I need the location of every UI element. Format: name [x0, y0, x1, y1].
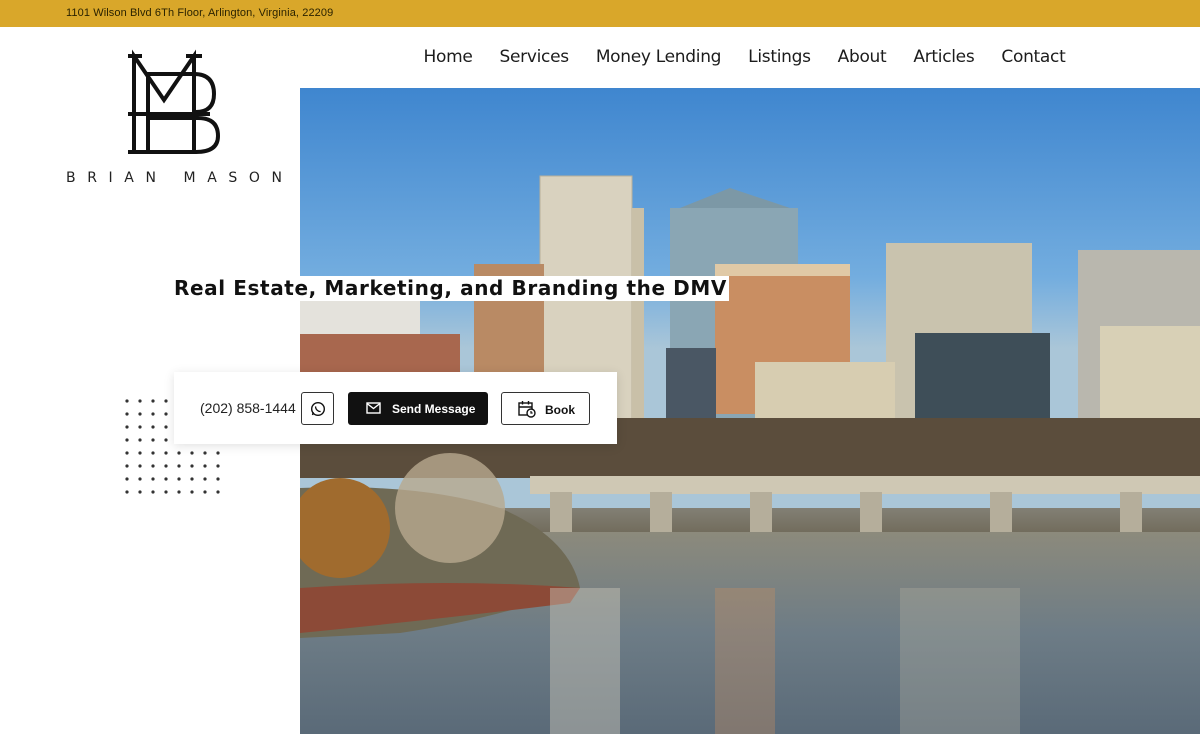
whatsapp-icon — [310, 401, 326, 417]
send-message-label: Send Message — [392, 402, 476, 416]
address-text: 1101 Wilson Blvd 6Th Floor, Arlington, V… — [66, 7, 334, 19]
calendar-clock-icon — [518, 401, 536, 418]
whatsapp-button[interactable] — [301, 392, 334, 425]
contact-card: (202) 858-1444 Send Message Book — [174, 372, 617, 444]
main-nav: Home Services Money Lending Listings Abo… — [410, 46, 1079, 70]
nav-services[interactable]: Services — [500, 46, 570, 70]
decorative-dot-grid — [125, 399, 220, 494]
nav-home[interactable]: Home — [424, 46, 473, 70]
envelope-icon — [366, 402, 381, 414]
nav-money-lending[interactable]: Money Lending — [596, 46, 722, 70]
hero-headline: Real Estate, Marketing, and Branding the… — [174, 276, 729, 301]
send-message-button[interactable]: Send Message — [348, 392, 488, 425]
nav-contact[interactable]: Contact — [1001, 46, 1065, 70]
book-button[interactable]: Book — [501, 392, 590, 425]
site-logo[interactable]: BRIAN MASON — [66, 44, 286, 194]
nav-about[interactable]: About — [838, 46, 887, 70]
nav-listings[interactable]: Listings — [748, 46, 811, 70]
top-address-bar: 1101 Wilson Blvd 6Th Floor, Arlington, V… — [0, 0, 1200, 27]
nav-articles[interactable]: Articles — [913, 46, 974, 70]
logo-wordmark: BRIAN MASON — [66, 170, 294, 186]
monogram-logo-icon — [128, 49, 221, 154]
book-label: Book — [545, 403, 575, 417]
